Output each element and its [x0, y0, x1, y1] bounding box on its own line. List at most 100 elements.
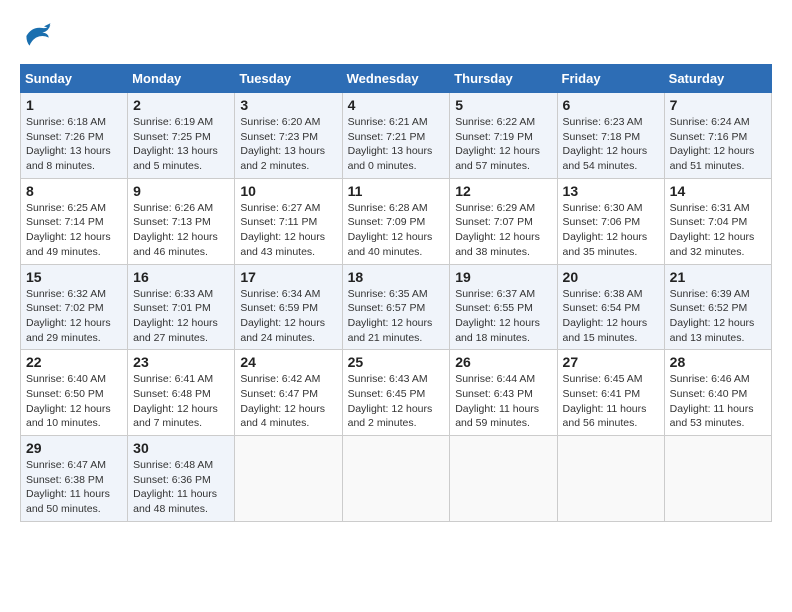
page-header	[20, 20, 772, 48]
day-info: Sunrise: 6:32 AM Sunset: 7:02 PM Dayligh…	[26, 287, 122, 346]
logo-bird-icon	[20, 20, 52, 48]
week-row-5: 29Sunrise: 6:47 AM Sunset: 6:38 PM Dayli…	[21, 436, 772, 522]
day-info: Sunrise: 6:22 AM Sunset: 7:19 PM Dayligh…	[455, 115, 551, 174]
day-info: Sunrise: 6:28 AM Sunset: 7:09 PM Dayligh…	[348, 201, 445, 260]
day-info: Sunrise: 6:34 AM Sunset: 6:59 PM Dayligh…	[240, 287, 336, 346]
calendar-cell: 30 Sunrise: 6:48 AM Sunset: 6:36 PM Dayli…	[128, 436, 235, 522]
calendar-cell: 22Sunrise: 6:40 AM Sunset: 6:50 PM Dayli…	[21, 350, 128, 436]
day-info: Sunrise: 6:48 AM Sunset: 6:36 PM Dayligh…	[133, 458, 229, 517]
weekday-header-monday: Monday	[128, 65, 235, 93]
day-info: Sunrise: 6:30 AM Sunset: 7:06 PM Dayligh…	[563, 201, 659, 260]
day-number: 4	[348, 97, 445, 113]
weekday-header-row: SundayMondayTuesdayWednesdayThursdayFrid…	[21, 65, 772, 93]
day-number: 30	[133, 440, 229, 456]
week-row-2: 8 Sunrise: 6:25 AM Sunset: 7:14 PM Daylig…	[21, 178, 772, 264]
day-info: Sunrise: 6:18 AM Sunset: 7:26 PM Dayligh…	[26, 115, 122, 174]
day-number: 23	[133, 354, 229, 370]
day-info: Sunrise: 6:29 AM Sunset: 7:07 PM Dayligh…	[455, 201, 551, 260]
calendar-cell: 6 Sunrise: 6:23 AM Sunset: 7:18 PM Daylig…	[557, 93, 664, 179]
day-number: 21	[670, 269, 766, 285]
day-info: Sunrise: 6:33 AM Sunset: 7:01 PM Dayligh…	[133, 287, 229, 346]
day-number: 5	[455, 97, 551, 113]
week-row-4: 22Sunrise: 6:40 AM Sunset: 6:50 PM Dayli…	[21, 350, 772, 436]
day-number: 9	[133, 183, 229, 199]
weekday-header-tuesday: Tuesday	[235, 65, 342, 93]
day-number: 14	[670, 183, 766, 199]
day-number: 6	[563, 97, 659, 113]
calendar-cell: 3 Sunrise: 6:20 AM Sunset: 7:23 PM Daylig…	[235, 93, 342, 179]
day-info: Sunrise: 6:43 AM Sunset: 6:45 PM Dayligh…	[348, 372, 445, 431]
day-info: Sunrise: 6:23 AM Sunset: 7:18 PM Dayligh…	[563, 115, 659, 174]
calendar-cell: 4 Sunrise: 6:21 AM Sunset: 7:21 PM Daylig…	[342, 93, 450, 179]
day-number: 13	[563, 183, 659, 199]
day-info: Sunrise: 6:42 AM Sunset: 6:47 PM Dayligh…	[240, 372, 336, 431]
calendar-cell: 9 Sunrise: 6:26 AM Sunset: 7:13 PM Daylig…	[128, 178, 235, 264]
day-info: Sunrise: 6:37 AM Sunset: 6:55 PM Dayligh…	[455, 287, 551, 346]
day-info: Sunrise: 6:31 AM Sunset: 7:04 PM Dayligh…	[670, 201, 766, 260]
calendar-cell: 28 Sunrise: 6:46 AM Sunset: 6:40 PM Dayli…	[664, 350, 771, 436]
day-info: Sunrise: 6:25 AM Sunset: 7:14 PM Dayligh…	[26, 201, 122, 260]
calendar-cell: 2Sunrise: 6:19 AM Sunset: 7:25 PM Daylig…	[128, 93, 235, 179]
week-row-1: 1 Sunrise: 6:18 AM Sunset: 7:26 PM Daylig…	[21, 93, 772, 179]
day-number: 16	[133, 269, 229, 285]
day-number: 12	[455, 183, 551, 199]
calendar-cell: 19 Sunrise: 6:37 AM Sunset: 6:55 PM Dayli…	[450, 264, 557, 350]
day-number: 25	[348, 354, 445, 370]
day-info: Sunrise: 6:38 AM Sunset: 6:54 PM Dayligh…	[563, 287, 659, 346]
calendar-cell: 25 Sunrise: 6:43 AM Sunset: 6:45 PM Dayli…	[342, 350, 450, 436]
calendar-cell	[342, 436, 450, 522]
day-number: 10	[240, 183, 336, 199]
day-info: Sunrise: 6:21 AM Sunset: 7:21 PM Dayligh…	[348, 115, 445, 174]
weekday-header-sunday: Sunday	[21, 65, 128, 93]
calendar-cell	[557, 436, 664, 522]
weekday-header-saturday: Saturday	[664, 65, 771, 93]
day-number: 2	[133, 97, 229, 113]
calendar-cell: 14 Sunrise: 6:31 AM Sunset: 7:04 PM Dayli…	[664, 178, 771, 264]
day-number: 28	[670, 354, 766, 370]
day-info: Sunrise: 6:39 AM Sunset: 6:52 PM Dayligh…	[670, 287, 766, 346]
week-row-3: 15 Sunrise: 6:32 AM Sunset: 7:02 PM Dayli…	[21, 264, 772, 350]
calendar-cell	[664, 436, 771, 522]
calendar-cell: 20 Sunrise: 6:38 AM Sunset: 6:54 PM Dayli…	[557, 264, 664, 350]
calendar-cell: 29Sunrise: 6:47 AM Sunset: 6:38 PM Dayli…	[21, 436, 128, 522]
calendar-cell: 1 Sunrise: 6:18 AM Sunset: 7:26 PM Daylig…	[21, 93, 128, 179]
calendar-cell: 7Sunrise: 6:24 AM Sunset: 7:16 PM Daylig…	[664, 93, 771, 179]
day-number: 8	[26, 183, 122, 199]
day-number: 26	[455, 354, 551, 370]
day-info: Sunrise: 6:26 AM Sunset: 7:13 PM Dayligh…	[133, 201, 229, 260]
day-number: 1	[26, 97, 122, 113]
calendar-cell: 17 Sunrise: 6:34 AM Sunset: 6:59 PM Dayli…	[235, 264, 342, 350]
calendar-cell: 13 Sunrise: 6:30 AM Sunset: 7:06 PM Dayli…	[557, 178, 664, 264]
day-number: 11	[348, 183, 445, 199]
day-info: Sunrise: 6:20 AM Sunset: 7:23 PM Dayligh…	[240, 115, 336, 174]
day-number: 20	[563, 269, 659, 285]
day-info: Sunrise: 6:45 AM Sunset: 6:41 PM Dayligh…	[563, 372, 659, 431]
day-number: 3	[240, 97, 336, 113]
day-number: 18	[348, 269, 445, 285]
day-number: 15	[26, 269, 122, 285]
day-info: Sunrise: 6:24 AM Sunset: 7:16 PM Dayligh…	[670, 115, 766, 174]
calendar-cell: 15 Sunrise: 6:32 AM Sunset: 7:02 PM Dayli…	[21, 264, 128, 350]
calendar-cell: 26 Sunrise: 6:44 AM Sunset: 6:43 PM Dayli…	[450, 350, 557, 436]
calendar-cell: 16 Sunrise: 6:33 AM Sunset: 7:01 PM Dayli…	[128, 264, 235, 350]
day-info: Sunrise: 6:27 AM Sunset: 7:11 PM Dayligh…	[240, 201, 336, 260]
calendar-cell: 23 Sunrise: 6:41 AM Sunset: 6:48 PM Dayli…	[128, 350, 235, 436]
day-info: Sunrise: 6:41 AM Sunset: 6:48 PM Dayligh…	[133, 372, 229, 431]
day-info: Sunrise: 6:47 AM Sunset: 6:38 PM Dayligh…	[26, 458, 122, 517]
calendar-cell: 18 Sunrise: 6:35 AM Sunset: 6:57 PM Dayli…	[342, 264, 450, 350]
calendar-cell: 5 Sunrise: 6:22 AM Sunset: 7:19 PM Daylig…	[450, 93, 557, 179]
day-number: 24	[240, 354, 336, 370]
day-number: 27	[563, 354, 659, 370]
weekday-header-thursday: Thursday	[450, 65, 557, 93]
calendar-cell	[235, 436, 342, 522]
weekday-header-friday: Friday	[557, 65, 664, 93]
calendar-table: SundayMondayTuesdayWednesdayThursdayFrid…	[20, 64, 772, 522]
day-info: Sunrise: 6:44 AM Sunset: 6:43 PM Dayligh…	[455, 372, 551, 431]
calendar-cell: 10 Sunrise: 6:27 AM Sunset: 7:11 PM Dayli…	[235, 178, 342, 264]
calendar-cell: 21 Sunrise: 6:39 AM Sunset: 6:52 PM Dayli…	[664, 264, 771, 350]
day-info: Sunrise: 6:35 AM Sunset: 6:57 PM Dayligh…	[348, 287, 445, 346]
day-number: 19	[455, 269, 551, 285]
day-number: 17	[240, 269, 336, 285]
weekday-header-wednesday: Wednesday	[342, 65, 450, 93]
day-info: Sunrise: 6:46 AM Sunset: 6:40 PM Dayligh…	[670, 372, 766, 431]
